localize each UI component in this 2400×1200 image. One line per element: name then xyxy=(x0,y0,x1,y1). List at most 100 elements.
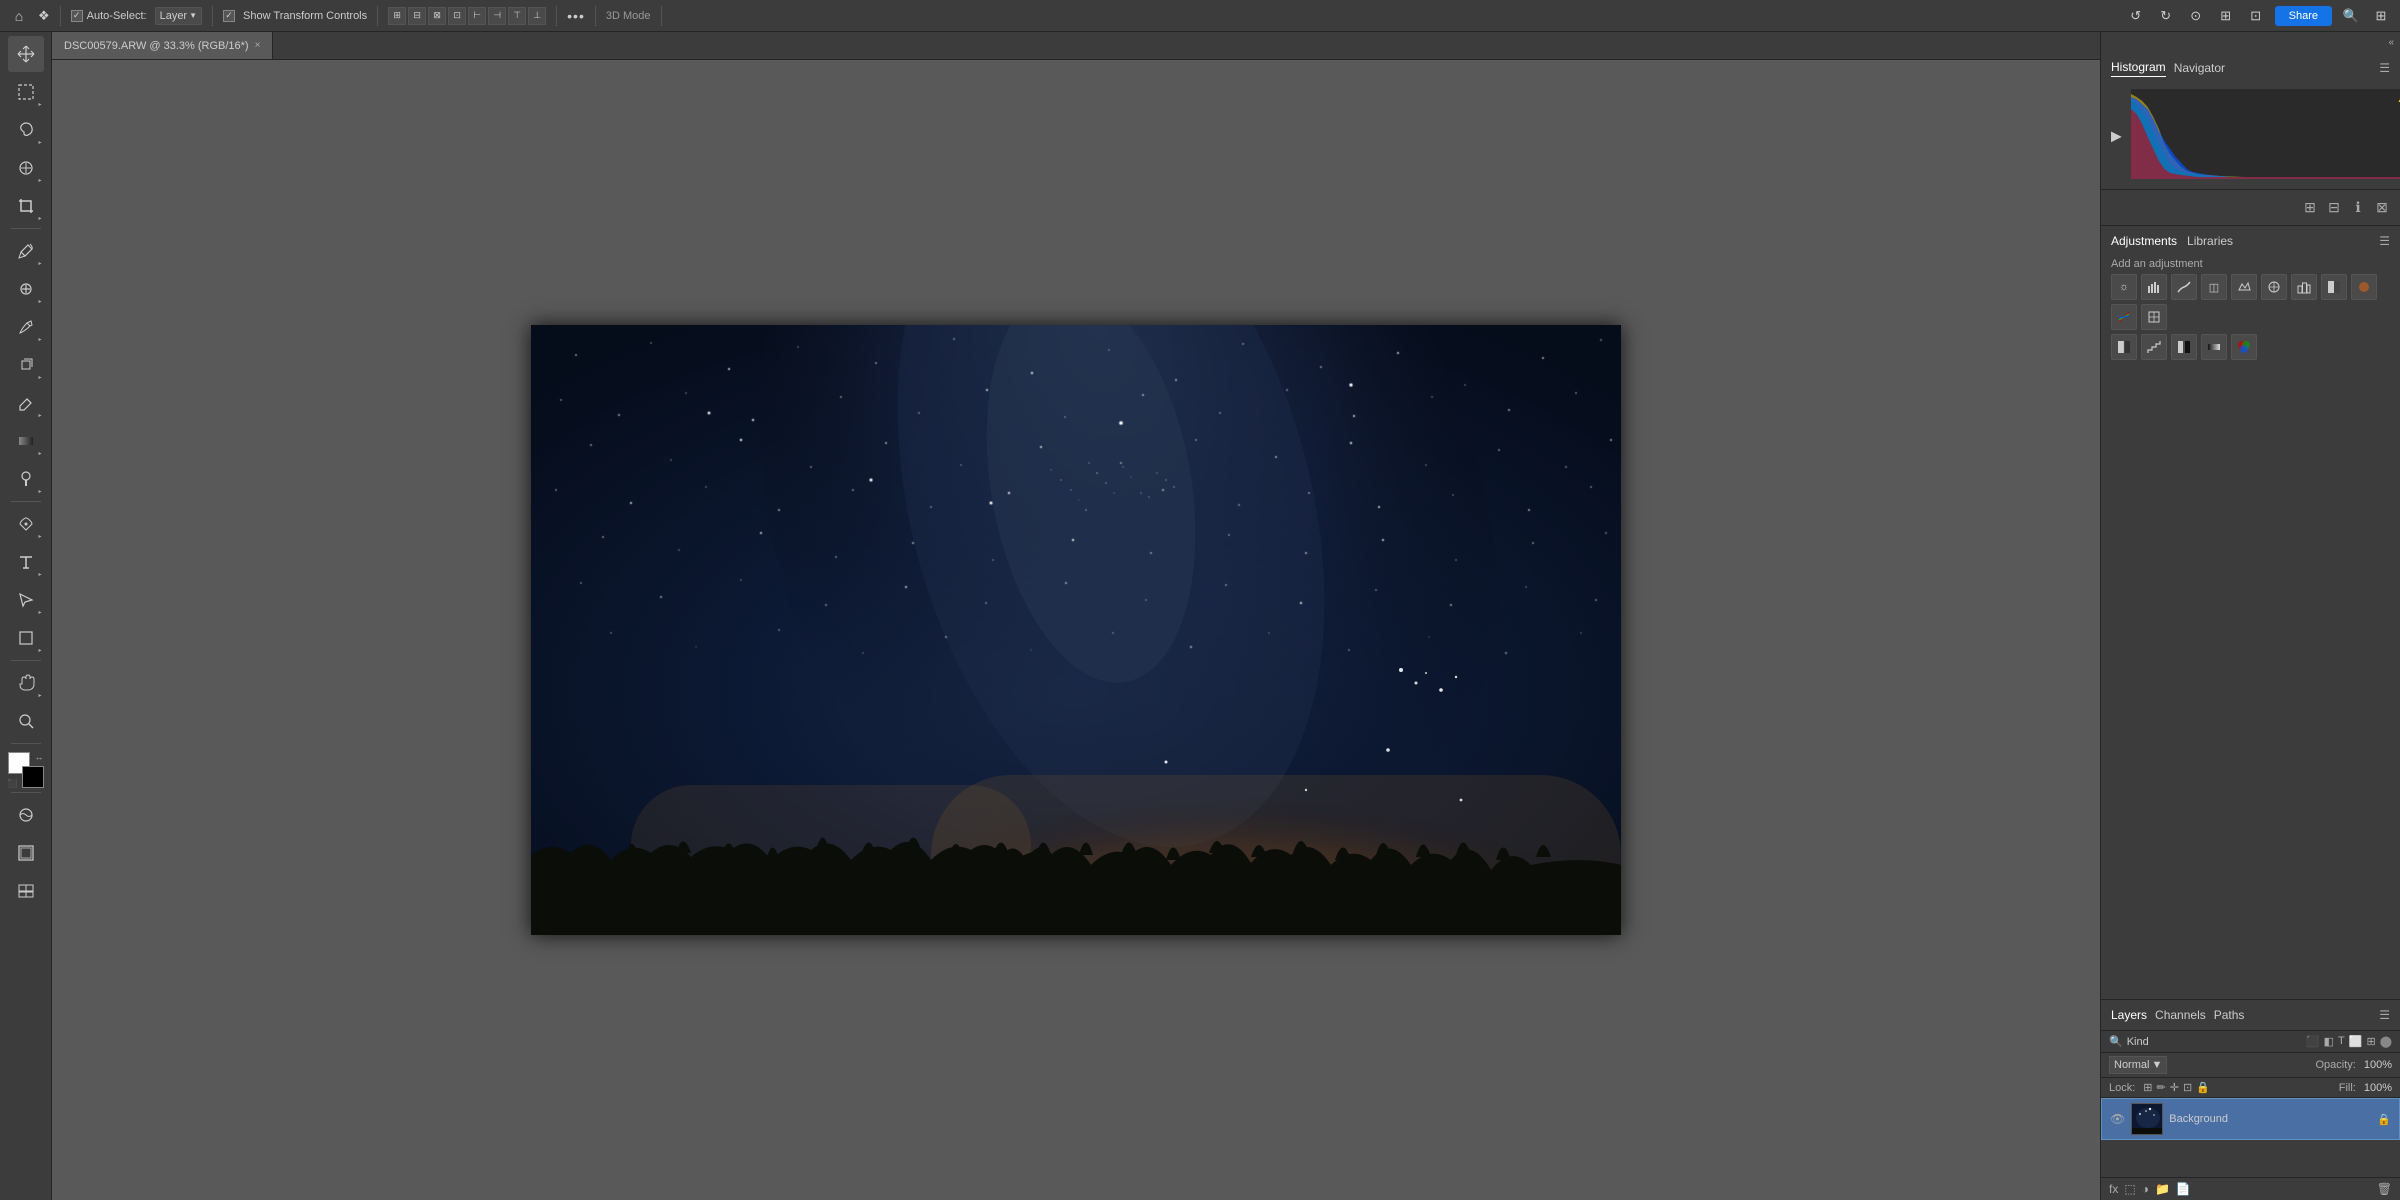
default-colors-icon[interactable]: ⬛ xyxy=(8,779,18,788)
brightness-contrast-icon[interactable]: ☼ xyxy=(2111,274,2137,300)
layer-filter-adj-icon[interactable]: ◧ xyxy=(2324,1035,2334,1048)
quick-mask-button[interactable] xyxy=(8,797,44,833)
levels-icon[interactable] xyxy=(2141,274,2167,300)
layers-tab[interactable]: Layers xyxy=(2111,1006,2147,1024)
layers-menu-icon[interactable]: ☰ xyxy=(2379,1008,2390,1022)
background-layer-row[interactable]: 👁 Background 🔒 xyxy=(2101,1098,2400,1140)
fill-value[interactable]: 100% xyxy=(2364,1082,2392,1094)
color-lookup-icon[interactable] xyxy=(2141,304,2167,330)
selective-color-icon[interactable] xyxy=(2231,334,2257,360)
channel-mixer-icon[interactable] xyxy=(2111,304,2137,330)
eraser-button[interactable]: ▸ xyxy=(8,385,44,421)
hue-saturation-icon[interactable] xyxy=(2261,274,2287,300)
extra-tools-button[interactable] xyxy=(8,873,44,909)
eyedropper-button[interactable]: ▸ xyxy=(8,233,44,269)
search-icon[interactable]: 🔍 xyxy=(2340,5,2362,27)
adjustments-icon[interactable]: ⊙ xyxy=(2185,5,2207,27)
adjustments-tab[interactable]: Adjustments xyxy=(2111,232,2177,250)
3d-mode-label[interactable]: 3D Mode xyxy=(606,10,651,22)
gradient-button[interactable]: ▸ xyxy=(8,423,44,459)
distribute-h-icon[interactable]: ⊤ xyxy=(508,7,526,25)
path-select-button[interactable]: ▸ xyxy=(8,582,44,618)
curves-icon[interactable] xyxy=(2171,274,2197,300)
align-right-icon[interactable]: ⊠ xyxy=(428,7,446,25)
panel-collapse-button[interactable]: « xyxy=(2101,32,2400,52)
canvas-scroll[interactable] xyxy=(52,60,2100,1200)
swap-colors-icon[interactable]: ↔ xyxy=(35,752,44,762)
new-adjustment-icon[interactable]: ◑ xyxy=(2142,1182,2149,1196)
text-tool-button[interactable]: ▸ xyxy=(8,544,44,580)
posterize-icon[interactable] xyxy=(2141,334,2167,360)
align-center-v-icon[interactable]: ⊢ xyxy=(468,7,486,25)
brush-tool-button[interactable]: ▸ xyxy=(8,309,44,345)
lock-artboard-icon[interactable]: ⊡ xyxy=(2183,1081,2192,1094)
blend-mode-dropdown[interactable]: Normal ▼ xyxy=(2109,1056,2167,1074)
histogram-tab[interactable]: Histogram xyxy=(2111,58,2166,77)
vibrance-icon[interactable] xyxy=(2231,274,2257,300)
align-left-icon[interactable]: ⊞ xyxy=(388,7,406,25)
exposure-icon[interactable]: ◫ xyxy=(2201,274,2227,300)
layer-filter-text-icon[interactable]: T xyxy=(2338,1035,2345,1048)
invert-icon[interactable] xyxy=(2111,334,2137,360)
layer-fx-icon[interactable]: fx xyxy=(2109,1182,2118,1196)
layer-filter-pixel-icon[interactable]: ⬛ xyxy=(2306,1035,2320,1048)
align-bottom-icon[interactable]: ⊣ xyxy=(488,7,506,25)
crop-tool-button[interactable]: ▸ xyxy=(8,188,44,224)
layer-filter-smart-icon[interactable]: ⊞ xyxy=(2366,1035,2375,1048)
new-group-icon[interactable]: 📁 xyxy=(2155,1182,2170,1196)
layers-filter-kind[interactable]: Kind xyxy=(2127,1036,2302,1048)
lasso-tool-button[interactable]: ▸ xyxy=(8,112,44,148)
adjustments-menu-icon[interactable]: ☰ xyxy=(2379,234,2390,248)
distribute-v-icon[interactable]: ⊥ xyxy=(528,7,546,25)
libraries-tab[interactable]: Libraries xyxy=(2187,232,2233,250)
lock-image-icon[interactable]: ✏ xyxy=(2157,1081,2166,1094)
zoom-tool-button[interactable] xyxy=(8,703,44,739)
histogram-play-button[interactable]: ▶ xyxy=(2111,128,2122,145)
paths-tab[interactable]: Paths xyxy=(2214,1006,2245,1024)
dodge-tool-button[interactable]: ▸ xyxy=(8,461,44,497)
quick-select-button[interactable]: ▸ xyxy=(8,150,44,186)
move-tool-icon[interactable]: ❖ xyxy=(38,8,50,24)
auto-select-checkbox[interactable] xyxy=(71,10,83,22)
lock-all-icon[interactable]: 🔒 xyxy=(2196,1081,2210,1094)
layer-dropdown[interactable]: Layer ▼ xyxy=(155,7,202,25)
share-button[interactable]: Share xyxy=(2275,6,2332,26)
panel-adjustments-panel-icon[interactable]: ⊟ xyxy=(2322,196,2346,220)
layer-filter-shape-icon[interactable]: ⬜ xyxy=(2349,1035,2363,1048)
expand-icon[interactable]: ⊞ xyxy=(2370,5,2392,27)
align-top-icon[interactable]: ⊡ xyxy=(448,7,466,25)
home-icon[interactable]: ⌂ xyxy=(8,5,30,27)
clone-tool-button[interactable]: ▸ xyxy=(8,347,44,383)
screen-mode-button[interactable] xyxy=(8,835,44,871)
undo-icon[interactable]: ↺ xyxy=(2125,5,2147,27)
heal-tool-button[interactable]: ▸ xyxy=(8,271,44,307)
channels-tab[interactable]: Channels xyxy=(2155,1006,2206,1024)
delete-layer-icon[interactable]: 🗑 xyxy=(2377,1182,2392,1196)
color-swatches[interactable]: ↔ ⬛ xyxy=(8,752,44,788)
pen-tool-button[interactable]: ▸ xyxy=(8,506,44,542)
redo-icon[interactable]: ↻ xyxy=(2155,5,2177,27)
panel-layers-icon[interactable]: ⊞ xyxy=(2298,196,2322,220)
color-balance-icon[interactable] xyxy=(2291,274,2317,300)
gradient-map-icon[interactable] xyxy=(2201,334,2227,360)
layer-filter-toggle[interactable]: ⬤ xyxy=(2380,1035,2392,1048)
lock-position-icon[interactable]: ✛ xyxy=(2170,1081,2179,1094)
marquee-tool-button[interactable]: ▸ xyxy=(8,74,44,110)
threshold-icon[interactable] xyxy=(2171,334,2197,360)
tab-close-button[interactable]: × xyxy=(255,40,261,51)
layers-search-icon[interactable]: 🔍 xyxy=(2109,1035,2123,1048)
hand-tool-button[interactable]: ▸ xyxy=(8,665,44,701)
layer-visibility-icon[interactable]: 👁 xyxy=(2110,1112,2125,1126)
document-tab[interactable]: DSC00579.ARW @ 33.3% (RGB/16*) × xyxy=(52,32,273,59)
frame-icon[interactable]: ⊞ xyxy=(2215,5,2237,27)
histogram-menu-icon[interactable]: ☰ xyxy=(2379,61,2390,75)
new-layer-icon[interactable]: 📄 xyxy=(2176,1182,2191,1196)
black-white-icon[interactable] xyxy=(2321,274,2347,300)
background-color[interactable] xyxy=(22,766,44,788)
move-tool-button[interactable] xyxy=(8,36,44,72)
shape-tool-button[interactable]: ▸ xyxy=(8,620,44,656)
align-center-h-icon[interactable]: ⊟ xyxy=(408,7,426,25)
lock-transparent-icon[interactable]: ⊞ xyxy=(2143,1081,2152,1094)
photo-filter-icon[interactable] xyxy=(2351,274,2377,300)
panel-properties-icon[interactable]: ⊠ xyxy=(2370,196,2394,220)
